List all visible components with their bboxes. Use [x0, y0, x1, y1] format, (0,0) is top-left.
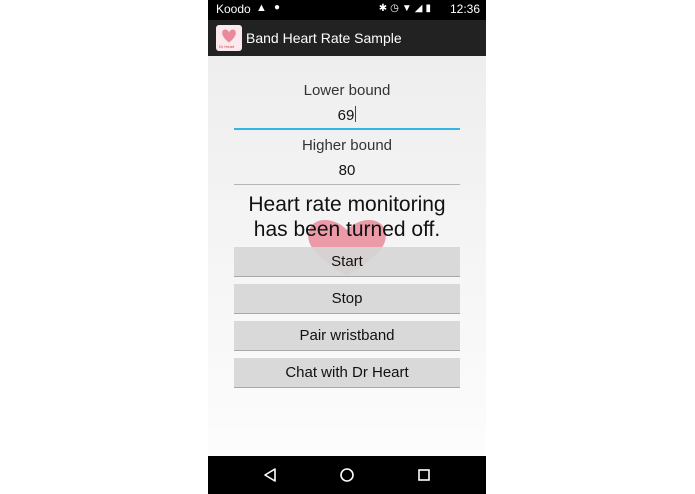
action-bar: Dr Heart Band Heart Rate Sample: [208, 20, 486, 56]
phone-screen: Koodo ▲ ● ✱◷▼◢▮ 12:36 Dr Heart Band Hear…: [208, 0, 486, 494]
carrier-name: Koodo: [216, 2, 251, 16]
android-notification-icon: ●: [274, 2, 281, 13]
status-message: Heart rate monitoring has been turned of…: [208, 192, 486, 242]
lower-bound-input[interactable]: 69: [234, 106, 460, 130]
battery-icon: ▮: [425, 3, 434, 14]
status-icons: ✱◷▼◢▮: [379, 3, 434, 14]
back-triangle-icon[interactable]: [262, 467, 278, 483]
home-circle-icon[interactable]: [339, 467, 355, 483]
status-message-line-1: Heart rate monitoring: [248, 193, 446, 216]
alarm-icon: ◷: [390, 3, 402, 14]
app-icon[interactable]: Dr Heart: [216, 25, 242, 51]
status-message-line-2: has been turned off.: [253, 218, 441, 241]
higher-bound-input[interactable]: 80: [234, 162, 460, 185]
lower-bound-value: 69: [337, 107, 355, 124]
signal-icon: ◢: [414, 3, 426, 14]
text-cursor: [355, 106, 357, 122]
clock: 12:36: [449, 2, 480, 16]
pair-wristband-button[interactable]: Pair wristband: [234, 321, 460, 351]
chat-with-dr-heart-button[interactable]: Chat with Dr Heart: [234, 358, 460, 388]
warning-icon: ▲: [256, 2, 267, 14]
recents-square-icon[interactable]: [416, 467, 432, 483]
higher-bound-label: Higher bound: [301, 137, 393, 154]
wifi-icon: ▼: [401, 3, 415, 14]
bluetooth-icon: ✱: [378, 3, 391, 14]
start-button[interactable]: Start: [234, 247, 460, 277]
status-bar: Koodo ▲ ● ✱◷▼◢▮ 12:36: [208, 0, 486, 20]
higher-bound-value: 80: [338, 162, 356, 179]
app-title: Band Heart Rate Sample: [246, 30, 402, 46]
navigation-bar: [208, 456, 486, 494]
main-content: Lower bound 69 Higher bound 80 Heart rat…: [208, 56, 486, 456]
heart-icon: [222, 29, 236, 43]
app-icon-caption: Dr Heart: [219, 44, 235, 49]
lower-bound-label: Lower bound: [303, 82, 391, 99]
stop-button[interactable]: Stop: [234, 284, 460, 314]
